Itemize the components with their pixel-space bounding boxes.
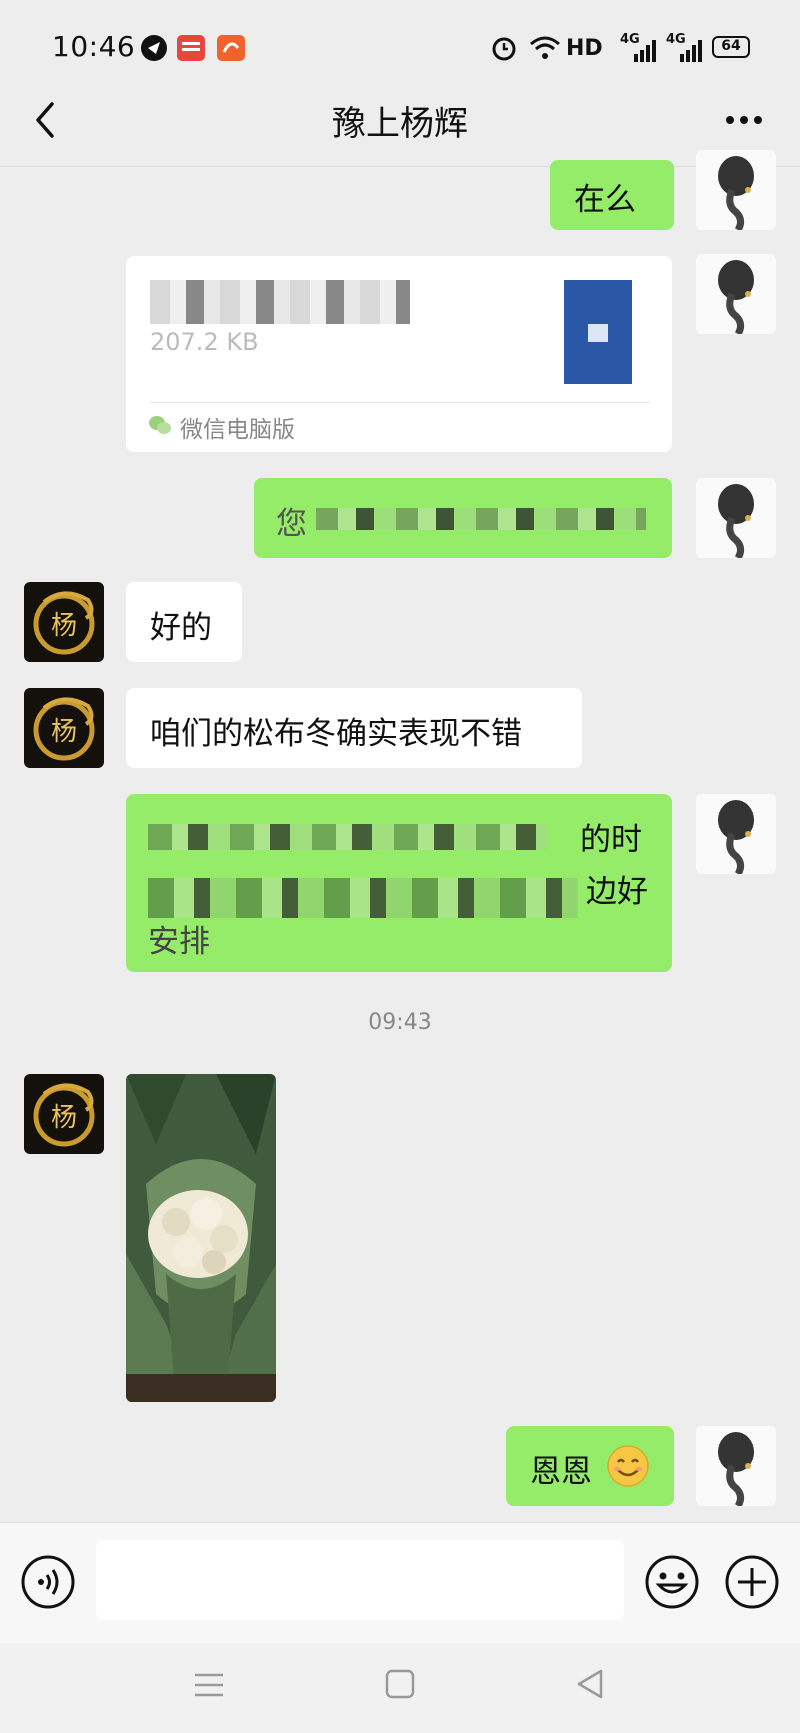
file-type-icon	[564, 280, 632, 384]
voice-icon[interactable]	[20, 1554, 76, 1610]
blurred-text	[316, 508, 646, 530]
contact-avatar[interactable]: 杨	[24, 688, 104, 768]
file-source: 微信电脑版	[180, 417, 295, 443]
blurred-file-name	[150, 280, 410, 324]
message-bubble-received[interactable]: 好的	[126, 582, 242, 662]
chat-title: 豫上杨辉	[332, 104, 468, 144]
contact-avatar[interactable]: 杨	[24, 582, 104, 662]
self-avatar[interactable]	[696, 478, 776, 558]
svg-text:杨: 杨	[51, 1103, 77, 1133]
message-text: 安排	[148, 924, 210, 960]
message-bubble-sent[interactable]: 您	[254, 478, 672, 558]
file-size: 207.2 KB	[150, 328, 259, 356]
message-text: 在么	[574, 182, 636, 218]
blurred-text	[148, 878, 578, 918]
app-notification-icon-3	[217, 35, 245, 61]
message-text: 的时	[580, 822, 642, 858]
file-message-card[interactable]: 207.2 KB 微信电脑版	[126, 256, 672, 452]
message-bubble-sent[interactable]: 在么	[550, 160, 674, 230]
hd-indicator: HD	[566, 36, 603, 61]
back-nav-icon[interactable]	[574, 1668, 606, 1700]
message-bubble-received[interactable]: 咱们的松布冬确实表现不错	[126, 688, 582, 768]
message-text: 边好	[586, 874, 648, 910]
emoji-icon[interactable]	[644, 1554, 700, 1610]
wechat-icon	[149, 416, 171, 434]
svg-text:杨: 杨	[51, 717, 77, 747]
message-bubble-sent[interactable]: 的时 边好 安排	[126, 794, 672, 972]
wifi-icon	[530, 36, 560, 59]
message-input[interactable]	[96, 1540, 624, 1620]
svg-text:杨: 杨	[51, 611, 77, 641]
app-notification-icon	[141, 35, 167, 61]
message-text: 您	[276, 506, 307, 542]
app-notification-icon-2	[177, 35, 205, 61]
file-card-divider	[150, 402, 650, 403]
status-time: 10:46	[52, 30, 136, 63]
self-avatar[interactable]	[696, 254, 776, 334]
menu-nav-icon[interactable]	[192, 1670, 226, 1700]
more-icon[interactable]	[724, 114, 764, 126]
message-text: 咱们的松布冬确实表现不错	[150, 716, 522, 752]
image-message-cauliflower[interactable]	[126, 1074, 276, 1402]
chat-timestamp: 09:43	[368, 1010, 432, 1035]
plus-icon[interactable]	[724, 1554, 780, 1610]
header-divider	[0, 166, 800, 167]
smile-emoji-icon	[607, 1445, 649, 1487]
message-text: 好的	[150, 610, 212, 646]
battery-icon: 64	[712, 36, 750, 58]
home-nav-icon[interactable]	[384, 1668, 416, 1700]
signal-icon-2	[680, 40, 702, 62]
self-avatar[interactable]	[696, 1426, 776, 1506]
alarm-icon	[492, 37, 516, 61]
self-avatar[interactable]	[696, 150, 776, 230]
blurred-text	[148, 824, 548, 850]
signal-icon-1	[634, 40, 656, 62]
message-text: 恩恩	[530, 1454, 592, 1490]
message-bubble-sent[interactable]: 恩恩	[506, 1426, 674, 1506]
self-avatar[interactable]	[696, 794, 776, 874]
contact-avatar[interactable]: 杨	[24, 1074, 104, 1154]
